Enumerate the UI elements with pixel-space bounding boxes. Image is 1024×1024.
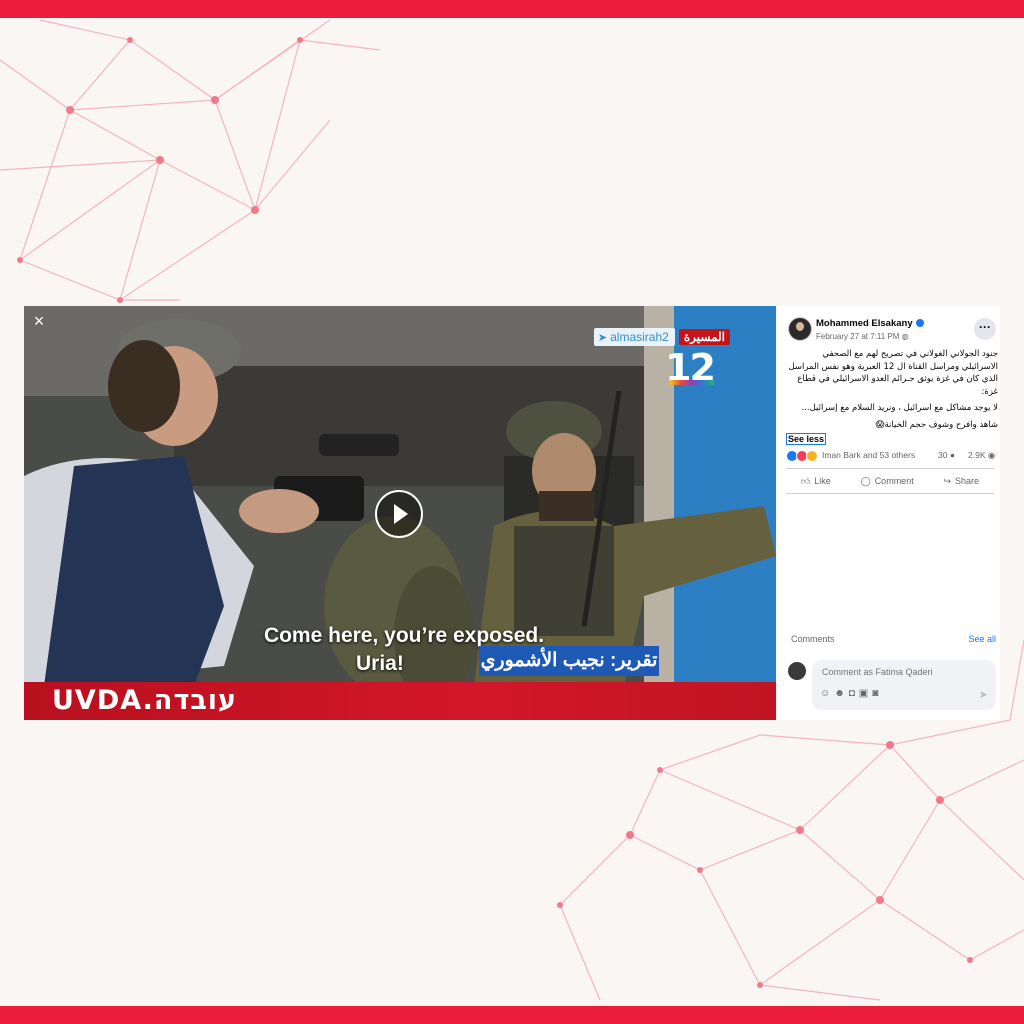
author-avatar[interactable] <box>788 317 812 341</box>
post-paragraph-1: جنود الجولاني الغولاني في تصريح لهم مع ا… <box>788 349 998 397</box>
share-button[interactable]: ↪ Share <box>944 471 980 491</box>
subtitle-line-1: Come here, you’re exposed. <box>263 624 545 647</box>
thumbs-up-icon: 👍︎ <box>800 475 811 486</box>
channel-name-logo: المسيرة <box>678 329 730 345</box>
subtitle-line-2: Uria! <box>356 652 404 675</box>
globe-icon: ◍ <box>901 332 909 341</box>
comments-count[interactable]: 30 ● <box>938 450 955 460</box>
share-icon: ↪ <box>943 475 952 486</box>
comment-icon: ◯ <box>860 475 871 486</box>
comment-input[interactable] <box>820 666 984 678</box>
like-label: Like <box>814 476 831 486</box>
more-options-button[interactable]: ··· <box>974 318 996 340</box>
channel-watermark: ➤ almasirah2 المسيرة <box>593 328 730 346</box>
wow-reaction-icon <box>806 450 818 462</box>
comments-count-value[interactable]: 30 <box>938 450 947 460</box>
news-ticker: UVDA.עובדה <box>24 682 776 720</box>
see-less-link[interactable]: See less <box>786 433 827 445</box>
send-icon[interactable]: ➤ <box>979 688 988 701</box>
comment-composer: ☺☻◘▣◙ ➤ <box>812 660 996 710</box>
sticker-icon[interactable]: ◙ <box>872 688 882 699</box>
verified-badge-icon <box>915 319 924 328</box>
reactors-text[interactable]: Iman Bark and 53 others <box>822 450 915 460</box>
telegram-icon: ➤ <box>597 331 608 344</box>
divider <box>786 493 994 494</box>
author-name[interactable]: Mohammed Elsakany <box>816 318 913 329</box>
see-all-comments-link[interactable]: See all <box>968 634 996 644</box>
comments-section-label: Comments <box>791 634 835 644</box>
post-paragraph-2: لا يوجد مشاكل مع اسرائيل ، ونريد السلام … <box>801 403 998 413</box>
post-author[interactable]: Mohammed Elsakany <box>816 318 924 329</box>
channel-12-color-bar <box>670 380 714 385</box>
close-icon[interactable]: × <box>28 310 50 332</box>
reporter-caption: تقرير: نجيب الأشموري <box>479 646 659 676</box>
post-body: جنود الجولاني الغولاني في تصريح لهم مع ا… <box>784 348 998 435</box>
comment-tools: ☺☻◘▣◙ <box>820 688 882 699</box>
emoji-icon[interactable]: ☻ <box>834 688 849 699</box>
comment-button[interactable]: ◯ Comment <box>861 471 914 491</box>
channel-handle: ➤ almasirah2 <box>593 328 675 346</box>
comment-bubble-icon: ● <box>949 450 955 460</box>
share-label: Share <box>955 476 980 486</box>
commenter-avatar <box>788 662 806 680</box>
avatar-sticker-icon[interactable]: ☺ <box>820 688 834 699</box>
gif-icon[interactable]: ▣ <box>859 688 872 699</box>
post-timestamp[interactable]: February 27 at 7:11 PM ◍ <box>816 332 909 341</box>
facebook-post-panel: Mohammed Elsakany February 27 at 7:11 PM… <box>778 306 1000 720</box>
reaction-icons[interactable] <box>786 450 818 462</box>
shares-count-value[interactable]: 2.9K <box>968 450 986 460</box>
post-date-text[interactable]: February 27 at 7:11 PM <box>816 332 899 341</box>
post-actions: 👍︎ Like ◯ Comment ↪ Share <box>786 471 994 491</box>
like-button[interactable]: 👍︎ Like <box>801 471 831 491</box>
video-player[interactable]: × ➤ almasirah2 المسيرة 12 Come here, you… <box>24 306 776 720</box>
comment-label: Comment <box>874 476 914 486</box>
divider <box>786 468 994 469</box>
play-button[interactable] <box>375 490 423 538</box>
post-paragraph-3: شاهد وافرح وشوف حجم الخيانة😱 <box>875 419 998 430</box>
channel-handle-text: almasirah2 <box>610 330 669 344</box>
post-stats: Iman Bark and 53 others 30 ● 2.9K ◉ <box>786 449 998 463</box>
shares-count[interactable]: 2.9K ◉ <box>968 450 995 461</box>
share-count-icon: ◉ <box>987 450 996 460</box>
ticker-text: UVDA.עובדה <box>52 685 238 716</box>
camera-icon[interactable]: ◘ <box>849 688 859 699</box>
